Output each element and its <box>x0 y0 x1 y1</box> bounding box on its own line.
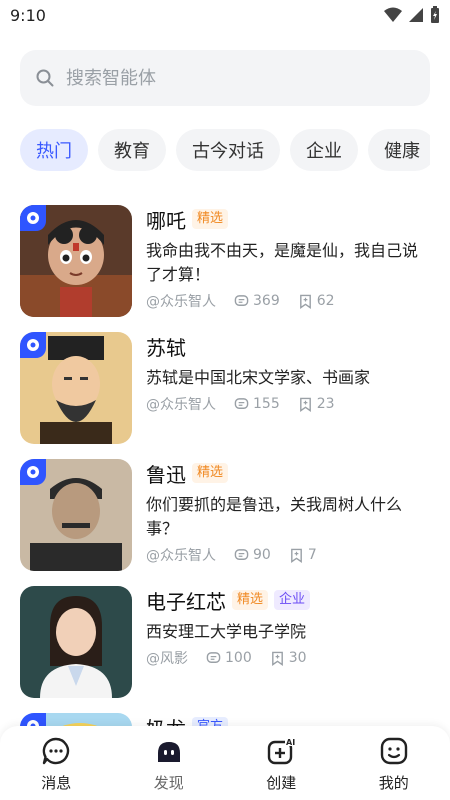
tab-enterprise[interactable]: 企业 <box>290 129 358 171</box>
agent-card-sushi[interactable]: 苏轼 苏轼是中国北宋文学家、书画家 @众乐智人 155 23 <box>20 332 430 444</box>
nav-label: 发现 <box>153 774 184 792</box>
bookmark-icon <box>299 397 311 412</box>
agent-meta: @众乐智人 90 7 <box>146 545 430 565</box>
nav-profile[interactable]: 我的 <box>338 726 450 800</box>
bottom-nav: 消息 发现 AI 创建 我的 <box>0 726 450 800</box>
comment-count: 369 <box>253 293 280 309</box>
signal-icon <box>409 8 423 22</box>
agent-author: @众乐智人 <box>146 294 216 310</box>
status-bar: 9:10 <box>0 0 450 32</box>
search-input[interactable] <box>66 67 386 89</box>
verified-badge-icon <box>20 332 46 358</box>
favorite-count: 23 <box>316 396 335 412</box>
agent-name: 苏轼 <box>146 335 186 360</box>
discover-icon <box>157 742 180 762</box>
comment-count: 100 <box>225 650 252 666</box>
category-tabs: 热门 教育 古今对话 企业 健康 <box>20 129 430 171</box>
comment-icon <box>234 294 249 306</box>
enterprise-tag: 企业 <box>274 590 311 610</box>
search-box[interactable] <box>20 50 430 106</box>
tab-education[interactable]: 教育 <box>98 129 166 171</box>
featured-tag: 精选 <box>192 463 229 483</box>
favorite-count: 7 <box>307 547 317 563</box>
comment-icon <box>234 397 249 409</box>
search-icon <box>36 69 54 87</box>
nav-label: 我的 <box>378 774 409 792</box>
verified-badge-icon <box>20 205 46 231</box>
agent-avatar <box>20 586 132 698</box>
nav-label: 创建 <box>266 774 297 792</box>
agent-card-nezha[interactable]: 哪吒 精选 我命由我不由天，是魔是仙，我自己说了才算！ @众乐智人 369 62 <box>20 205 430 317</box>
agent-avatar <box>20 205 132 317</box>
agent-description: 苏轼是中国北宋文学家、书画家 <box>146 368 371 387</box>
agent-card-luxun[interactable]: 鲁迅 精选 你们要抓的是鲁迅，关我周树人什么事？ @众乐智人 90 7 <box>20 459 430 571</box>
agent-name: 哪吒 <box>146 208 186 233</box>
wifi-icon <box>384 7 402 22</box>
featured-tag: 精选 <box>232 590 269 610</box>
comment-icon <box>206 651 221 663</box>
svg-text:AI: AI <box>286 738 295 747</box>
favorite-count: 30 <box>288 650 307 666</box>
agent-meta: @风影 100 30 <box>146 648 430 668</box>
profile-icon <box>380 737 407 765</box>
nav-label: 消息 <box>41 774 72 792</box>
bookmark-icon <box>290 548 302 563</box>
agent-name: 电子红芯 <box>146 589 226 614</box>
comment-count: 155 <box>253 396 280 412</box>
agent-description: 你们要抓的是鲁迅，关我周树人什么事？ <box>146 495 403 538</box>
tab-health[interactable]: 健康 <box>368 129 430 171</box>
nav-create[interactable]: AI 创建 <box>225 726 338 800</box>
agent-author: @众乐智人 <box>146 397 216 413</box>
bookmark-icon <box>299 294 311 309</box>
agent-avatar <box>20 459 132 571</box>
favorite-count: 62 <box>316 293 335 309</box>
tab-ancient-dialogue[interactable]: 古今对话 <box>176 129 280 171</box>
status-time: 9:10 <box>10 6 46 25</box>
bookmark-icon <box>271 651 283 666</box>
battery-icon <box>431 6 439 23</box>
agent-description: 西安理工大学电子学院 <box>146 622 307 641</box>
nav-messages[interactable]: 消息 <box>0 726 113 800</box>
agent-name: 鲁迅 <box>146 462 186 487</box>
agent-author: @众乐智人 <box>146 548 216 564</box>
comment-count: 90 <box>253 547 271 563</box>
agent-card-dianzihongxin[interactable]: 电子红芯 精选 企业 西安理工大学电子学院 @风影 100 30 <box>20 586 430 698</box>
featured-tag: 精选 <box>192 209 229 229</box>
status-icons <box>384 6 440 24</box>
tab-hot[interactable]: 热门 <box>20 129 88 171</box>
agent-meta: @众乐智人 369 62 <box>146 291 430 311</box>
agent-avatar <box>20 332 132 444</box>
nav-discover[interactable]: 发现 <box>113 726 226 800</box>
verified-badge-icon <box>20 459 46 485</box>
comment-icon <box>234 548 249 560</box>
message-icon <box>42 737 70 765</box>
agent-author: @风影 <box>146 651 188 667</box>
create-ai-icon: AI <box>268 737 297 765</box>
agent-meta: @众乐智人 155 23 <box>146 394 430 414</box>
agent-description: 我命由我不由天，是魔是仙，我自己说了才算！ <box>146 241 419 284</box>
